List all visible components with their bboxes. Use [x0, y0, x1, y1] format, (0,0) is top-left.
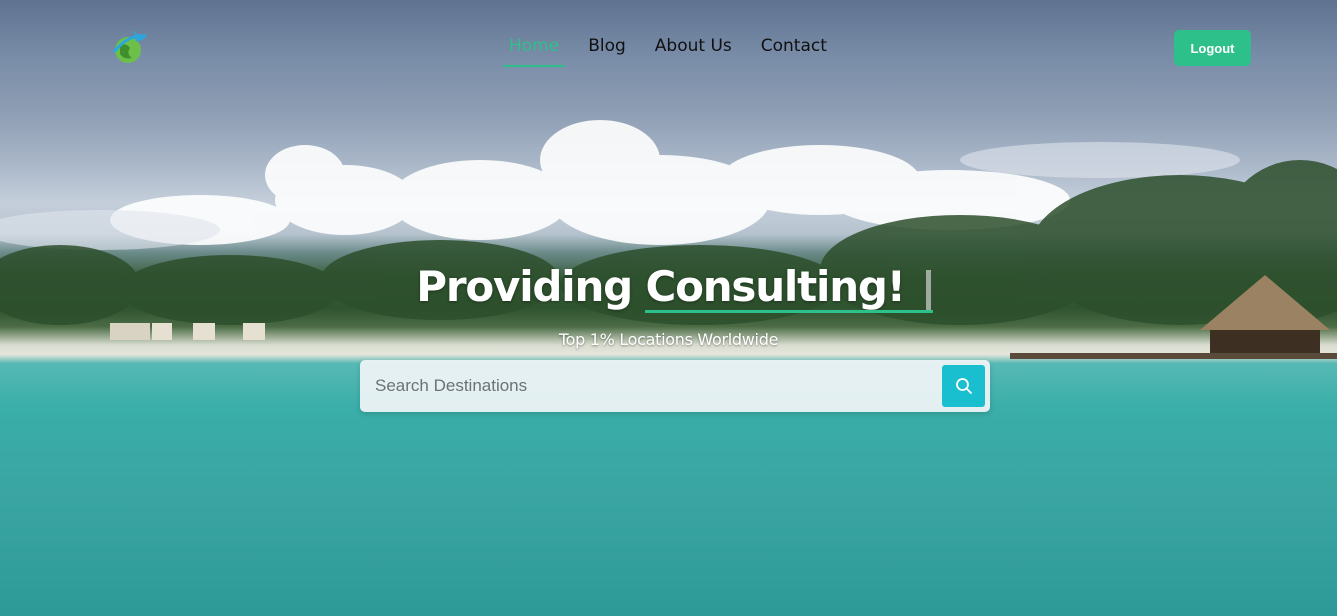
- logout-button[interactable]: Logout: [1174, 30, 1251, 66]
- travel-globe-plane-icon[interactable]: [108, 26, 150, 68]
- search-input[interactable]: [360, 360, 930, 412]
- headline-typed-word: Consulting!: [645, 262, 905, 311]
- typed-text-wrapper: Consulting!: [645, 262, 934, 313]
- typing-cursor: [925, 270, 931, 310]
- search-icon: [955, 378, 972, 394]
- hero-section: Home Blog About Us Contact Logout Provid…: [0, 0, 1337, 616]
- nav-contact[interactable]: Contact: [755, 36, 833, 66]
- hero-subtitle: Top 1% Locations Worldwide: [558, 330, 779, 349]
- nav-links: Home Blog About Us Contact: [503, 36, 850, 67]
- nav-about-us[interactable]: About Us: [649, 36, 738, 66]
- navbar: Home Blog About Us Contact Logout: [0, 0, 1337, 96]
- nav-blog[interactable]: Blog: [582, 36, 632, 66]
- nav-home[interactable]: Home: [503, 36, 566, 67]
- headline-prefix: Providing: [416, 262, 633, 311]
- search-button[interactable]: [942, 365, 985, 407]
- search-bar: [360, 360, 990, 412]
- hero-headline: Providing Consulting!: [0, 262, 1337, 313]
